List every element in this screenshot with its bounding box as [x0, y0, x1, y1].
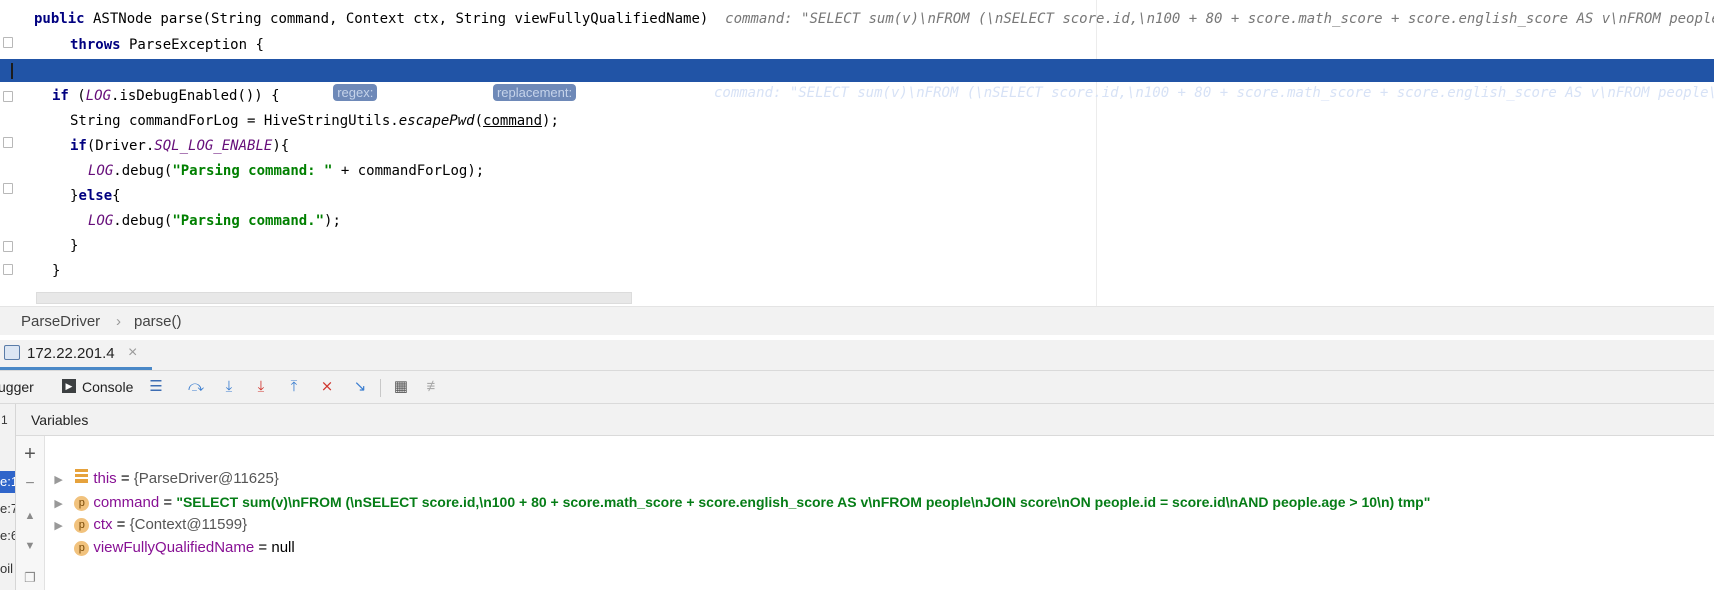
- field-log: LOG: [85, 88, 112, 104]
- step-over-icon[interactable]: ⤼: [186, 377, 206, 397]
- variables-side-toolbar: + − ▲ ▼ ❐: [16, 436, 45, 590]
- code-text: ){: [272, 138, 290, 154]
- horizontal-scrollbar[interactable]: [36, 292, 632, 304]
- string-literal: "Parsing command.": [172, 213, 325, 229]
- method-escapePwd: escapePwd: [398, 113, 475, 129]
- frames-menu-icon[interactable]: ☰: [146, 377, 166, 397]
- remove-watch-icon[interactable]: −: [22, 476, 38, 492]
- variable-value: "SELECT sum(v)\nFROM (\nSELECT score.id,…: [176, 494, 1431, 510]
- code-line-signature[interactable]: public ASTNode parse(String command, Con…: [34, 8, 1714, 31]
- move-down-icon[interactable]: ▼: [22, 538, 38, 554]
- execution-point-marker: [11, 63, 13, 79]
- frame-item[interactable]: e:6: [0, 525, 15, 547]
- code-text: .debug(: [113, 213, 173, 229]
- keyword-throws: throws: [70, 37, 121, 53]
- equals: =: [254, 539, 272, 556]
- frames-header-count: 1: [1, 413, 8, 427]
- fold-marker[interactable]: [3, 37, 13, 48]
- code-line-else[interactable]: }else{: [70, 185, 1714, 208]
- session-tab-label[interactable]: 172.22.201.4: [27, 345, 115, 362]
- var-command: command: [483, 113, 543, 129]
- active-tab-indicator: [0, 367, 152, 370]
- breadcrumb-class[interactable]: ParseDriver: [21, 313, 100, 330]
- trace-stream-icon[interactable]: ≢: [424, 377, 444, 397]
- code-line-throws[interactable]: throws ParseException {: [70, 34, 1714, 57]
- force-step-into-icon[interactable]: ⤓: [251, 377, 271, 397]
- brace: {: [112, 188, 121, 204]
- string-literal: "Parsing command: ": [172, 163, 333, 179]
- code-text: + commandForLog);: [332, 163, 485, 179]
- statement-end: );: [542, 113, 559, 129]
- variable-row-command[interactable]: ▶ p command = "SELECT sum(v)\nFROM (\nSELE…: [46, 466, 1430, 511]
- breadcrumb-method[interactable]: parse(): [134, 313, 182, 330]
- signature-text: ASTNode parse(String command, Context ct…: [84, 11, 709, 27]
- keyword-public: public: [34, 11, 85, 27]
- variables-title: Variables: [31, 412, 89, 428]
- fold-marker[interactable]: [3, 183, 13, 194]
- field-log: LOG: [88, 213, 114, 229]
- console-icon: ▶: [62, 379, 76, 393]
- run-to-cursor-icon[interactable]: ↘: [350, 377, 370, 397]
- paren: (: [474, 113, 484, 129]
- breadcrumb: ParseDriver › parse(): [0, 306, 1714, 335]
- field-sql-log-enable: SQL_LOG_ENABLE: [154, 138, 273, 154]
- drop-frame-icon[interactable]: ⨯: [317, 377, 337, 397]
- field-log: LOG: [88, 163, 114, 179]
- debug-session-tabbar: 172.22.201.4 ×: [0, 340, 1714, 371]
- variable-row-ctx[interactable]: ▶ p ctx = {Context@11599}: [46, 489, 247, 533]
- copy-icon[interactable]: ❐: [22, 570, 38, 586]
- frame-item[interactable]: e:7: [0, 498, 15, 520]
- if-condition: .isDebugEnabled()) {: [111, 88, 280, 104]
- step-into-icon[interactable]: ⤓: [219, 377, 239, 397]
- variable-name: viewFullyQualifiedName: [93, 539, 255, 556]
- code-text: .debug(: [113, 163, 173, 179]
- remote-debug-icon: [4, 345, 20, 360]
- keyword-if: if: [52, 88, 69, 104]
- throws-text: ParseException {: [120, 37, 264, 53]
- fold-marker[interactable]: [3, 241, 13, 252]
- tab-console[interactable]: Console: [82, 379, 133, 395]
- code-editor[interactable]: public ASTNode parse(String command, Con…: [0, 0, 1714, 306]
- code-text: String commandForLog = HiveStringUtils.: [70, 113, 399, 129]
- fold-marker[interactable]: [3, 137, 13, 148]
- frame-item[interactable]: e:1: [0, 471, 15, 493]
- frame-item[interactable]: oil: [0, 558, 13, 580]
- inline-debug-value: command: "SELECT sum(v)\nFROM (\nSELECT …: [725, 11, 1714, 27]
- variable-value: null: [271, 539, 295, 556]
- code-line-escape[interactable]: String commandForLog = HiveStringUtils.e…: [70, 110, 1714, 133]
- evaluate-expression-icon[interactable]: ▦: [391, 377, 411, 397]
- variable-row-viewFullyQualifiedName[interactable]: p viewFullyQualifiedName = null: [46, 512, 295, 556]
- step-out-icon[interactable]: ⤒: [284, 377, 304, 397]
- code-line-if[interactable]: if (LOG.isDebugEnabled()) {: [52, 85, 1714, 108]
- add-watch-icon[interactable]: +: [22, 444, 38, 464]
- variables-header: Variables: [16, 404, 1714, 436]
- frames-panel[interactable]: 1 e:1 e:7 e:6 oil: [0, 404, 16, 590]
- paren: (: [68, 88, 86, 104]
- fold-marker[interactable]: [3, 264, 13, 275]
- code-text: (Driver.: [86, 138, 155, 154]
- close-icon[interactable]: ×: [128, 344, 137, 362]
- fold-marker[interactable]: [3, 91, 13, 102]
- toolbar-separator: [380, 379, 381, 397]
- variable-row-this[interactable]: ▶ this = {ParseDriver@11625}: [46, 443, 279, 487]
- code-line-if-sql-log[interactable]: if(Driver.SQL_LOG_ENABLE){: [70, 135, 1714, 158]
- code-line-debug-2[interactable]: LOG.debug("Parsing command.");: [88, 210, 1714, 233]
- keyword-if: if: [70, 138, 87, 154]
- move-up-icon[interactable]: ▲: [22, 508, 38, 524]
- code-line-close-brace[interactable]: }: [52, 260, 1714, 283]
- code-line-close-brace[interactable]: }: [70, 235, 1714, 258]
- tab-debugger[interactable]: ugger: [0, 379, 34, 395]
- breadcrumb-separator: ›: [116, 313, 121, 330]
- keyword-else: else: [78, 188, 113, 204]
- editor-gutter[interactable]: [0, 0, 14, 306]
- debug-toolbar: ugger ▶ Console ☰ ⤼ ⤓ ⤓ ⤒ ⨯ ↘ ▦ ≢: [0, 371, 1714, 404]
- parameter-icon: p: [74, 541, 90, 556]
- code-line-execution-point[interactable]: command = command.replaceAll(regex: "cole…: [0, 59, 1714, 101]
- code-line-debug-1[interactable]: LOG.debug("Parsing command: " + commandF…: [88, 160, 1714, 183]
- code-text: );: [324, 213, 341, 229]
